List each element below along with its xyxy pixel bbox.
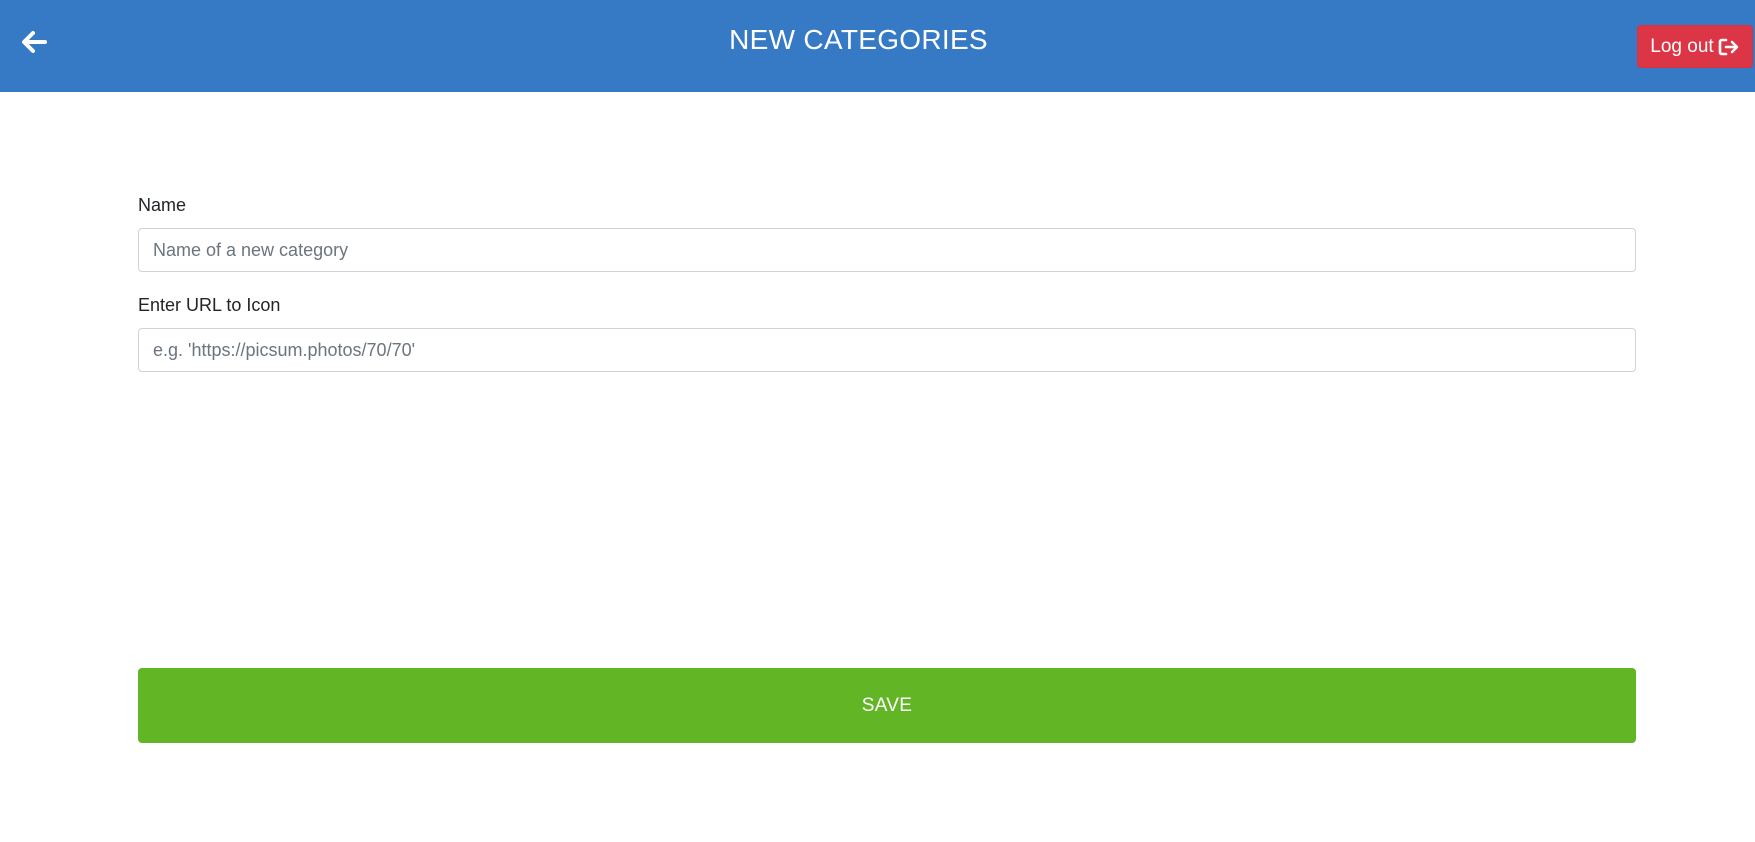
logout-label: Log out	[1650, 35, 1714, 57]
app-header: NEW CATEGORIES Log out	[0, 0, 1755, 92]
icon-url-input[interactable]	[138, 328, 1636, 372]
name-input[interactable]	[138, 228, 1636, 272]
sign-out-icon	[1718, 37, 1740, 57]
logout-button[interactable]: Log out	[1637, 25, 1753, 68]
save-button[interactable]: SAVE	[138, 668, 1636, 743]
name-label: Name	[138, 195, 187, 215]
icon-url-label: Enter URL to Icon	[138, 295, 281, 315]
page-title: NEW CATEGORIES	[729, 24, 988, 55]
